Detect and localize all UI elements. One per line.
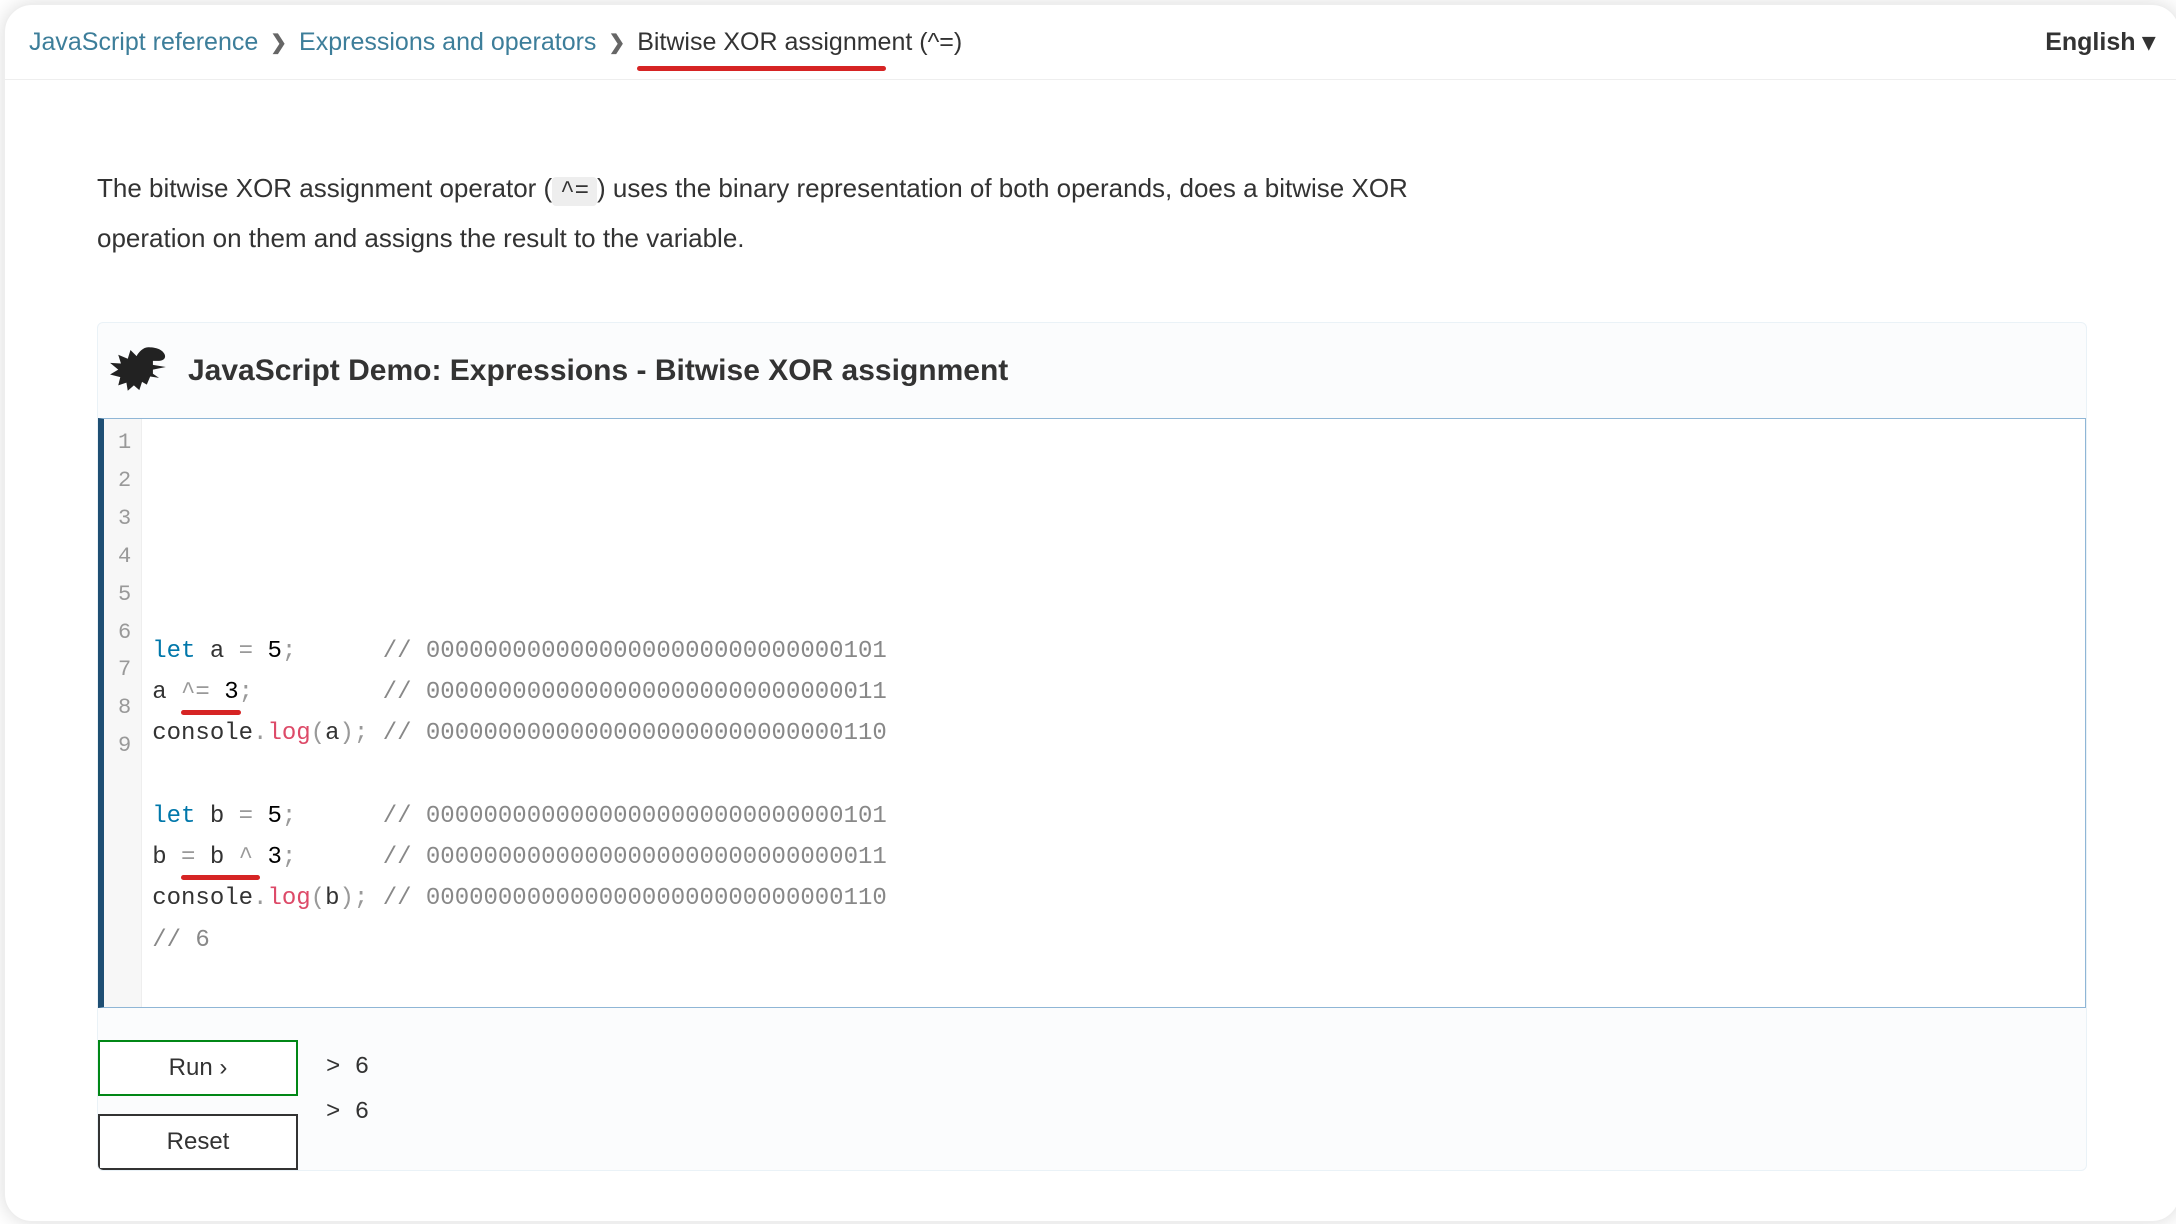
code-line[interactable]: b = b ^ 3; // 00000000000000000000000000… [152,837,2071,878]
annotation-underline [181,875,260,880]
intro-paragraph: The bitwise XOR assignment operator (^=)… [97,164,1497,262]
reset-button[interactable]: Reset [98,1114,298,1170]
annotation-underline [181,710,241,715]
breadcrumb: JavaScript reference ❯ Expressions and o… [29,28,962,57]
intro-text-pre: The bitwise XOR assignment operator ( [97,173,552,203]
code-area[interactable]: let a = 5; // 00000000000000000000000000… [142,419,2085,1007]
breadcrumb-current: Bitwise XOR assignment (^=) [637,28,962,57]
code-editor[interactable]: 123456789 let a = 5; // 0000000000000000… [98,418,2086,1008]
breadcrumb-current-label: Bitwise XOR assignment (^=) [637,28,962,56]
demo-title: JavaScript Demo: Expressions - Bitwise X… [188,354,1008,388]
chevron-right-icon: ❯ [608,30,625,55]
breadcrumb-link-2[interactable]: Expressions and operators [299,28,596,57]
breadcrumb-link-1[interactable]: JavaScript reference [29,28,258,57]
code-line[interactable] [152,755,2071,796]
code-line[interactable]: a ^= 3; // 00000000000000000000000000000… [152,672,2071,713]
code-line[interactable] [152,961,2071,1002]
chevron-right-icon: ❯ [270,30,287,55]
output-console: > 6> 6 [326,1040,369,1135]
code-line[interactable]: let b = 5; // 00000000000000000000000000… [152,796,2071,837]
button-column: Run › Reset [98,1040,298,1170]
line-gutter: 123456789 [104,419,142,1007]
operator-chip: ^= [552,177,597,206]
code-line[interactable]: // 6 [152,920,2071,961]
annotation-underline [637,66,886,71]
dino-icon [106,343,174,398]
language-selector[interactable]: English ▾ [2045,27,2155,57]
code-line[interactable]: console.log(b); // 000000000000000000000… [152,878,2071,919]
breadcrumb-bar: JavaScript reference ❯ Expressions and o… [5,5,2176,80]
run-button[interactable]: Run › [98,1040,298,1096]
demo-panel: JavaScript Demo: Expressions - Bitwise X… [97,322,2087,1171]
code-line[interactable]: let a = 5; // 00000000000000000000000000… [152,631,2071,672]
demo-header: JavaScript Demo: Expressions - Bitwise X… [98,323,2086,418]
code-line[interactable]: console.log(a); // 000000000000000000000… [152,713,2071,754]
output-line: > 6 [326,1091,369,1135]
output-line: > 6 [326,1046,369,1090]
